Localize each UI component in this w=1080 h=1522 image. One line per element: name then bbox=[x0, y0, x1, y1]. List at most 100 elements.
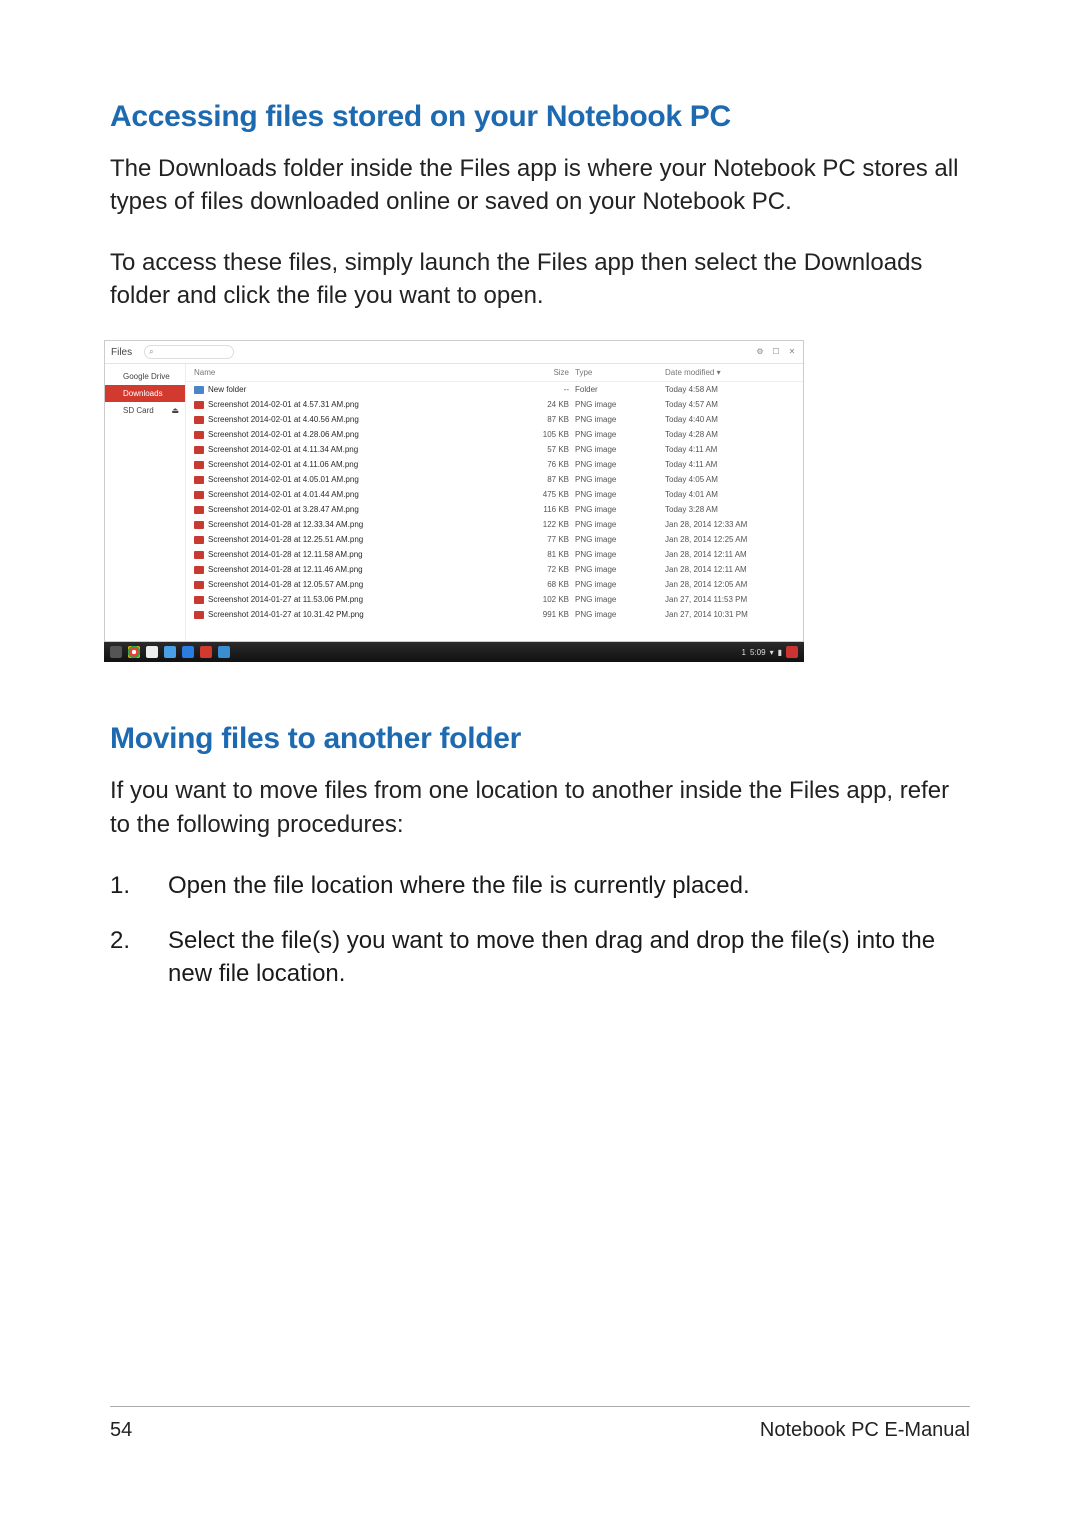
file-name: Screenshot 2014-01-27 at 10.31.42 PM.png bbox=[208, 610, 509, 619]
chrome-icon[interactable] bbox=[128, 646, 140, 658]
file-date: Jan 28, 2014 12:05 AM bbox=[665, 580, 795, 589]
png-icon bbox=[194, 611, 204, 619]
sidebar: Google Drive Downloads SD Card ⏏ bbox=[105, 364, 186, 641]
files-app-screenshot: Files ⌕ ⚙ ☐ ✕ Google Drive Downlo bbox=[104, 340, 804, 662]
file-name: Screenshot 2014-01-28 at 12.11.46 AM.png bbox=[208, 565, 509, 574]
file-size: 77 KB bbox=[509, 535, 575, 544]
file-size: 991 KB bbox=[509, 610, 575, 619]
gear-icon[interactable]: ⚙ bbox=[755, 347, 765, 357]
png-icon bbox=[194, 491, 204, 499]
sidebar-item-downloads[interactable]: Downloads bbox=[105, 385, 185, 402]
file-row[interactable]: Screenshot 2014-02-01 at 4.11.34 AM.png5… bbox=[186, 442, 803, 457]
folder-row[interactable]: New folder--FolderToday 4:58 AM bbox=[186, 382, 803, 397]
png-icon bbox=[194, 431, 204, 439]
wifi-icon[interactable]: ▾ bbox=[770, 648, 774, 657]
file-date: Today 4:11 AM bbox=[665, 445, 795, 454]
youtube-icon[interactable] bbox=[200, 646, 212, 658]
png-icon bbox=[194, 536, 204, 544]
col-size-header[interactable]: Size bbox=[509, 368, 575, 377]
clock[interactable]: 5:09 bbox=[750, 648, 766, 657]
notification-count[interactable]: 1 bbox=[742, 648, 746, 657]
file-row[interactable]: Screenshot 2014-01-27 at 11.53.06 PM.png… bbox=[186, 592, 803, 607]
file-size: 105 KB bbox=[509, 430, 575, 439]
eject-icon[interactable]: ⏏ bbox=[171, 406, 179, 415]
file-row[interactable]: Screenshot 2014-02-01 at 4.28.06 AM.png1… bbox=[186, 427, 803, 442]
col-date-header[interactable]: Date modified ▾ bbox=[665, 368, 795, 377]
body-paragraph: To access these files, simply launch the… bbox=[110, 246, 970, 312]
file-row[interactable]: Screenshot 2014-01-28 at 12.33.34 AM.png… bbox=[186, 517, 803, 532]
col-name-header[interactable]: Name bbox=[194, 368, 509, 377]
maximize-icon[interactable]: ☐ bbox=[771, 347, 781, 357]
sidebar-item-label: SD Card bbox=[123, 406, 154, 415]
file-size: 87 KB bbox=[509, 415, 575, 424]
file-row[interactable]: Screenshot 2014-01-28 at 12.11.58 AM.png… bbox=[186, 547, 803, 562]
file-row[interactable]: Screenshot 2014-02-01 at 4.05.01 AM.png8… bbox=[186, 472, 803, 487]
png-icon bbox=[194, 416, 204, 424]
file-date: Today 4:28 AM bbox=[665, 430, 795, 439]
file-date: Today 4:58 AM bbox=[665, 385, 795, 394]
close-icon[interactable]: ✕ bbox=[787, 347, 797, 357]
avatar[interactable] bbox=[786, 646, 798, 658]
file-row[interactable]: Screenshot 2014-01-28 at 12.11.46 AM.png… bbox=[186, 562, 803, 577]
app-launcher-icon[interactable] bbox=[110, 646, 122, 658]
downloads-icon bbox=[111, 390, 119, 398]
file-row[interactable]: Screenshot 2014-02-01 at 4.01.44 AM.png4… bbox=[186, 487, 803, 502]
png-icon bbox=[194, 551, 204, 559]
png-icon bbox=[194, 476, 204, 484]
file-date: Jan 28, 2014 12:25 AM bbox=[665, 535, 795, 544]
battery-icon[interactable]: ▮ bbox=[778, 648, 782, 657]
png-icon bbox=[194, 521, 204, 529]
file-row[interactable]: Screenshot 2014-02-01 at 4.40.56 AM.png8… bbox=[186, 412, 803, 427]
file-name: Screenshot 2014-02-01 at 4.57.31 AM.png bbox=[208, 400, 509, 409]
file-row[interactable]: Screenshot 2014-02-01 at 4.11.06 AM.png7… bbox=[186, 457, 803, 472]
file-name: Screenshot 2014-01-28 at 12.05.57 AM.png bbox=[208, 580, 509, 589]
search-input[interactable]: ⌕ bbox=[144, 345, 234, 359]
sidebar-item-sd-card[interactable]: SD Card ⏏ bbox=[105, 402, 185, 419]
file-type: PNG image bbox=[575, 445, 665, 454]
file-row[interactable]: Screenshot 2014-02-01 at 4.57.31 AM.png2… bbox=[186, 397, 803, 412]
file-type: PNG image bbox=[575, 430, 665, 439]
file-row[interactable]: Screenshot 2014-01-28 at 12.25.51 AM.png… bbox=[186, 532, 803, 547]
section-heading-accessing: Accessing files stored on your Notebook … bbox=[110, 100, 970, 134]
files-window: Files ⌕ ⚙ ☐ ✕ Google Drive Downlo bbox=[104, 340, 804, 642]
file-type: PNG image bbox=[575, 595, 665, 604]
step-text: Select the file(s) you want to move then… bbox=[168, 924, 970, 990]
step-item: 2. Select the file(s) you want to move t… bbox=[110, 924, 970, 990]
file-name: Screenshot 2014-02-01 at 4.05.01 AM.png bbox=[208, 475, 509, 484]
files-icon[interactable] bbox=[218, 646, 230, 658]
mail-icon[interactable] bbox=[146, 646, 158, 658]
app-icon[interactable] bbox=[164, 646, 176, 658]
procedure-steps: 1. Open the file location where the file… bbox=[110, 869, 970, 990]
file-name: Screenshot 2014-01-27 at 11.53.06 PM.png bbox=[208, 595, 509, 604]
file-name: Screenshot 2014-01-28 at 12.25.51 AM.png bbox=[208, 535, 509, 544]
file-row[interactable]: Screenshot 2014-01-28 at 12.05.57 AM.png… bbox=[186, 577, 803, 592]
file-size: 81 KB bbox=[509, 550, 575, 559]
file-size: 87 KB bbox=[509, 475, 575, 484]
file-date: Jan 27, 2014 11:53 PM bbox=[665, 595, 795, 604]
file-size: 122 KB bbox=[509, 520, 575, 529]
file-type: Folder bbox=[575, 385, 665, 394]
png-icon bbox=[194, 596, 204, 604]
sidebar-item-google-drive[interactable]: Google Drive bbox=[105, 368, 185, 385]
sd-card-icon bbox=[111, 407, 119, 415]
png-icon bbox=[194, 566, 204, 574]
file-type: PNG image bbox=[575, 475, 665, 484]
body-paragraph: If you want to move files from one locat… bbox=[110, 774, 970, 840]
file-type: PNG image bbox=[575, 535, 665, 544]
file-row[interactable]: Screenshot 2014-02-01 at 3.28.47 AM.png1… bbox=[186, 502, 803, 517]
png-icon bbox=[194, 461, 204, 469]
search-icon: ⌕ bbox=[149, 347, 153, 357]
file-size: 76 KB bbox=[509, 460, 575, 469]
file-row[interactable]: Screenshot 2014-01-27 at 10.31.42 PM.png… bbox=[186, 607, 803, 622]
taskbar: 1 5:09 ▾ ▮ bbox=[104, 642, 804, 662]
file-type: PNG image bbox=[575, 580, 665, 589]
col-type-header[interactable]: Type bbox=[575, 368, 665, 377]
body-paragraph: The Downloads folder inside the Files ap… bbox=[110, 152, 970, 218]
file-type: PNG image bbox=[575, 565, 665, 574]
file-size: 57 KB bbox=[509, 445, 575, 454]
file-date: Jan 28, 2014 12:11 AM bbox=[665, 550, 795, 559]
file-size: 68 KB bbox=[509, 580, 575, 589]
file-name: Screenshot 2014-01-28 at 12.33.34 AM.png bbox=[208, 520, 509, 529]
step-text: Open the file location where the file is… bbox=[168, 869, 970, 902]
app-icon[interactable] bbox=[182, 646, 194, 658]
